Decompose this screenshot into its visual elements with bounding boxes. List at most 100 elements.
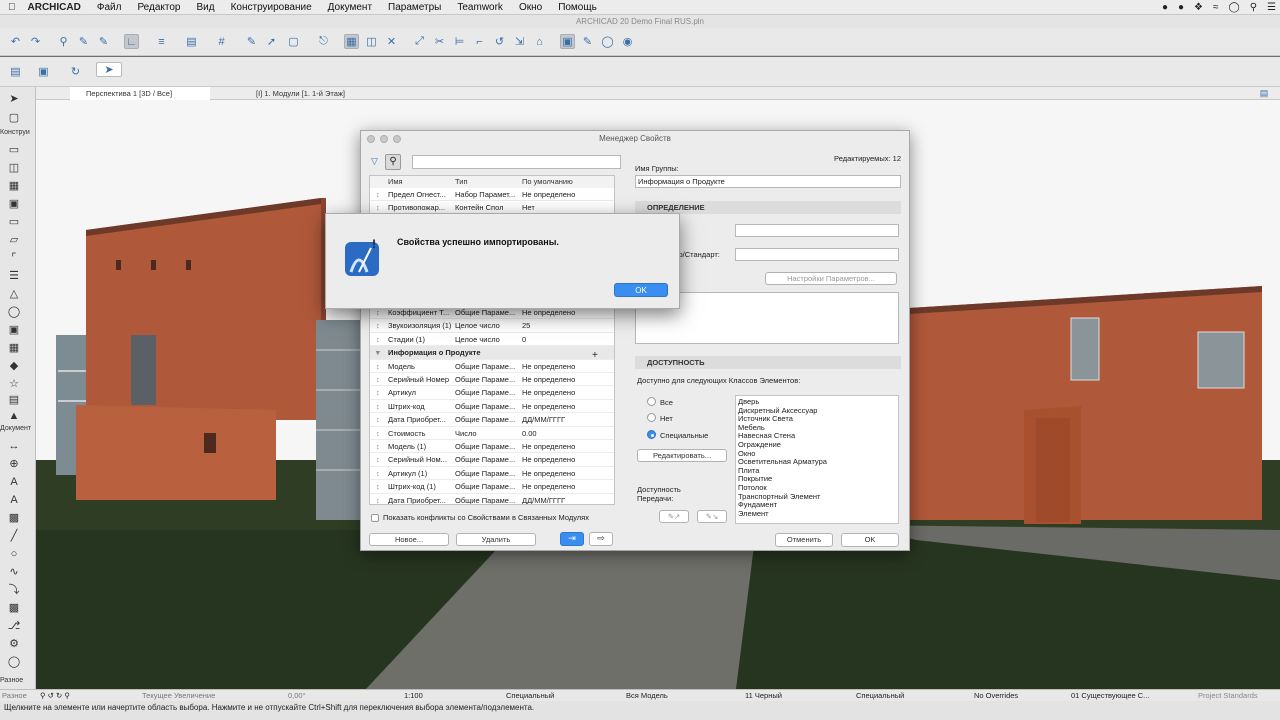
table-row[interactable]: ↕ Артикул (1) Общие Параме... Не определено bbox=[370, 467, 614, 481]
layers-icon[interactable]: ▤ bbox=[184, 34, 199, 49]
angle-status[interactable]: 0,00° bbox=[288, 691, 306, 700]
column-tool-icon[interactable]: ▣ bbox=[6, 197, 22, 211]
morph-tool-icon[interactable]: ◆ bbox=[6, 359, 22, 373]
radio-none[interactable] bbox=[647, 413, 656, 422]
railing-tool-icon[interactable]: ☰ bbox=[6, 269, 22, 283]
type-dropdown[interactable] bbox=[735, 224, 899, 237]
export-icon[interactable]: ⇨ bbox=[589, 532, 613, 546]
element-class-list[interactable]: Дверь Дискретный Аксессуар Источник Света М… bbox=[735, 395, 899, 524]
conflict-toggle[interactable]: Показать конфликты со Свойствами в Связа… bbox=[371, 513, 589, 523]
mesh-tool-icon[interactable]: ▲ bbox=[6, 409, 22, 423]
marquee-tool-icon[interactable]: ▢ bbox=[6, 111, 22, 125]
table-row[interactable]: ↕ Штрих-код Общие Параме... Не определено bbox=[370, 400, 614, 414]
rotate-icon[interactable]: ↻ bbox=[68, 64, 83, 79]
clock-icon[interactable]: ◯ bbox=[1229, 2, 1240, 13]
edit-classes-button[interactable]: Редактировать... bbox=[637, 449, 727, 462]
skylight-tool-icon[interactable]: ▣ bbox=[6, 323, 22, 337]
spline-tool-icon[interactable]: ∿ bbox=[6, 565, 22, 579]
drag-handle-icon[interactable]: ↕ bbox=[376, 440, 380, 453]
table-row[interactable]: ↕ Модель (1) Общие Параме... Не определено bbox=[370, 440, 614, 454]
apple-icon[interactable]:  bbox=[0, 2, 24, 13]
drag-handle-icon[interactable]: ↕ bbox=[376, 413, 380, 426]
lock-icon[interactable]: ⎋ bbox=[316, 34, 331, 49]
object-tool-icon[interactable]: ☆ bbox=[6, 377, 22, 391]
menu-edit[interactable]: Редактор bbox=[129, 2, 188, 13]
dimension-tool-icon[interactable]: ↔ bbox=[6, 439, 22, 453]
drag-handle-icon[interactable]: ↕ bbox=[376, 333, 380, 346]
status-icon[interactable]: ● bbox=[1178, 2, 1184, 13]
transfer-in-icon[interactable]: ✎↗ bbox=[659, 510, 689, 523]
trim-icon[interactable]: ⤢ bbox=[412, 34, 427, 49]
polyline-tool-icon[interactable]: ⤵ bbox=[6, 583, 22, 597]
table-row[interactable]: ↕ Звукоизоляция (1) Целое число 25 bbox=[370, 319, 614, 333]
roof-icon[interactable]: ⌂ bbox=[532, 34, 547, 49]
model-view-status[interactable]: Вся Модель bbox=[626, 691, 668, 700]
drag-handle-icon[interactable]: ↕ bbox=[376, 360, 380, 373]
view-settings-icon[interactable]: ▤ bbox=[1254, 87, 1274, 99]
adjust-icon[interactable]: ⊨ bbox=[452, 34, 467, 49]
table-row[interactable]: ↕ Серийный Номер Общие Параме... Не определ… bbox=[370, 373, 614, 387]
menu-document[interactable]: Документ bbox=[320, 2, 380, 13]
table-row[interactable]: ↕ Стадии (1) Целое число 0 bbox=[370, 333, 614, 347]
status-icon[interactable]: ● bbox=[1162, 2, 1168, 13]
menu-window[interactable]: Окно bbox=[511, 2, 550, 13]
level-tool-icon[interactable]: ⊕ bbox=[6, 457, 22, 471]
zoom-icon[interactable]: ⚲ ↺ ↻ ⚲ bbox=[40, 691, 70, 700]
menu-file[interactable]: Файл bbox=[89, 2, 130, 13]
table-row[interactable]: ↕ Дата Приобрет... Общие Параме... ДД/ММ/ГГ… bbox=[370, 413, 614, 427]
tab-3d-perspective[interactable]: Перспектива 1 [3D / Все] bbox=[70, 87, 210, 100]
wall-tool-icon[interactable]: ▭ bbox=[6, 143, 22, 157]
eyedropper-icon[interactable]: ✎ bbox=[580, 34, 595, 49]
menu-view[interactable]: Вид bbox=[188, 2, 222, 13]
resize-icon[interactable]: ⇲ bbox=[512, 34, 527, 49]
import-icon[interactable]: ⇥ bbox=[560, 532, 584, 546]
marquee-icon[interactable]: ▣ bbox=[560, 34, 575, 49]
layer-icon[interactable]: ▤ bbox=[8, 64, 23, 79]
drag-handle-icon[interactable]: ↕ bbox=[376, 427, 380, 440]
table-icon[interactable]: ◫ bbox=[364, 34, 379, 49]
standard-input[interactable] bbox=[735, 248, 899, 261]
stair-tool-icon[interactable]: ⌜ bbox=[6, 251, 22, 265]
parameter-settings-button[interactable]: Настройки Параметров... bbox=[765, 272, 897, 285]
delete-button[interactable]: Удалить bbox=[456, 533, 536, 546]
drag-handle-icon[interactable]: ↕ bbox=[376, 453, 380, 466]
arrow-icon[interactable]: ➚ bbox=[264, 34, 279, 49]
add-property-icon[interactable]: + bbox=[592, 350, 598, 361]
detail-tool-icon[interactable]: ◯ bbox=[6, 655, 22, 669]
beam-tool-icon[interactable]: ▭ bbox=[6, 215, 22, 229]
drag-handle-icon[interactable]: ↕ bbox=[376, 400, 380, 413]
label-tool-icon[interactable]: A bbox=[6, 493, 22, 507]
menu-teamwork[interactable]: Teamwork bbox=[449, 2, 511, 13]
table-row[interactable]: ↕ Серийный Ном... Общие Параме... Не опреде… bbox=[370, 453, 614, 467]
disclosure-icon[interactable]: ▾ bbox=[376, 346, 380, 359]
search-icon[interactable]: ⚲ bbox=[385, 154, 401, 170]
cancel-button[interactable]: Отменить bbox=[775, 533, 833, 547]
standards-status[interactable]: Project Standards bbox=[1198, 691, 1258, 700]
layer-combo-status[interactable]: Специальный bbox=[506, 691, 554, 700]
zoom-status[interactable]: Текущее Увеличение bbox=[142, 691, 215, 700]
list-icon[interactable]: ☰ bbox=[1267, 2, 1276, 13]
menu-design[interactable]: Конструирование bbox=[223, 2, 320, 13]
ok-button[interactable]: OK bbox=[841, 533, 899, 547]
mvo-status[interactable]: Специальный bbox=[856, 691, 904, 700]
table-row[interactable]: ↕ Предел Огнест... Набор Парамет... Не опре… bbox=[370, 188, 614, 202]
view-icon[interactable]: ▦ bbox=[344, 34, 359, 49]
search-input[interactable] bbox=[412, 155, 621, 169]
table-row[interactable]: ↕ Стоимость Число 0.00 bbox=[370, 427, 614, 440]
override-status[interactable]: No Overrides bbox=[974, 691, 1018, 700]
column-header-type[interactable]: Тип bbox=[455, 176, 468, 188]
roof-tool-icon[interactable]: △ bbox=[6, 287, 22, 301]
pencil-icon[interactable]: ✎ bbox=[244, 34, 259, 49]
radio-all[interactable] bbox=[647, 397, 656, 406]
line-tool-icon[interactable]: ╱ bbox=[6, 529, 22, 543]
curtain-wall-tool-icon[interactable]: ▦ bbox=[6, 341, 22, 355]
drag-handle-icon[interactable]: ↕ bbox=[376, 494, 380, 504]
fillet-icon[interactable]: ⌐ bbox=[472, 34, 487, 49]
dropbox-icon[interactable]: ❖ bbox=[1194, 2, 1203, 13]
element-icon[interactable]: ▣ bbox=[36, 64, 51, 79]
drag-handle-icon[interactable]: ↕ bbox=[376, 386, 380, 399]
renovation-status[interactable]: 01 Существующее С... bbox=[1071, 691, 1149, 700]
scale-status[interactable]: 1:100 bbox=[404, 691, 423, 700]
class-item[interactable]: Ограждение bbox=[738, 440, 896, 450]
arrow-tool-icon[interactable]: ➤ bbox=[6, 92, 22, 106]
